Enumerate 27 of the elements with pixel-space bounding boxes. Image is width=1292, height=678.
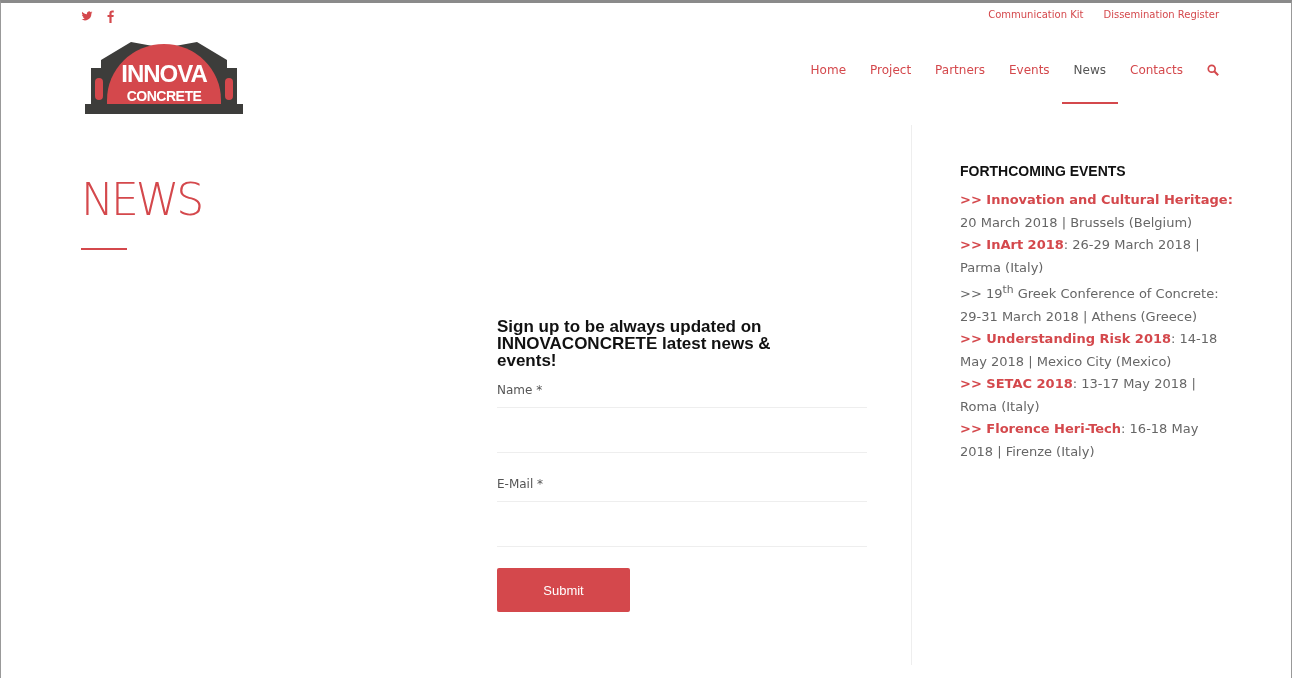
top-link[interactable]: Communication Kit xyxy=(988,9,1084,20)
event-entry: >> InArt 2018: 26-29 March 2018 | Parma (Italy) xyxy=(960,236,1201,277)
sidebar-heading: FORTHCOMING EVENTS xyxy=(960,163,1127,179)
event-link[interactable]: >> Understanding Risk 2018 xyxy=(960,331,1172,347)
top-link[interactable]: Dissemination Register xyxy=(1103,9,1219,20)
page-title: NEWS xyxy=(81,173,202,227)
field-label: Name * xyxy=(497,383,544,397)
twitter-icon[interactable] xyxy=(81,10,93,22)
signup-heading: Sign up to be always updated on INNOVACONCRETE latest news & events! xyxy=(497,318,772,369)
event-entry: >> Understanding Risk 2018: 14-18 May 2018 | Mexico City (Mexico) xyxy=(960,330,1219,371)
field-label: E-Mail * xyxy=(497,477,545,491)
event-entry: >> Florence Heri-Tech: 16-18 May 2018 | Firenze (Italy) xyxy=(960,420,1200,461)
event-entry: >> 19$^{th}$ Greek Conference of Concrete: 29-31 March 2018 | Athens (Greece) xyxy=(960,282,1220,326)
event-link[interactable]: >> InArt 2018 xyxy=(960,237,1064,252)
nav-link[interactable]: Events xyxy=(996,62,1062,104)
nav-link[interactable]: News xyxy=(1061,62,1119,104)
event-link[interactable]: >> SETAC 2018 xyxy=(960,376,1073,392)
event-entry: >> SETAC 2018: 13-17 May 2018 | Roma (Italy) xyxy=(960,375,1197,416)
submit-button[interactable]: Submit xyxy=(497,568,630,612)
search-icon[interactable] xyxy=(1207,64,1219,76)
nav-link[interactable]: Contacts xyxy=(1118,62,1195,104)
event-link[interactable]: >> Florence Heri-Tech xyxy=(960,421,1122,437)
nav-link[interactable]: Project xyxy=(858,62,924,104)
event-link[interactable]: >> Innovation and Cultural Heritage: xyxy=(960,192,1233,207)
nav-link[interactable]: Partners xyxy=(923,62,997,104)
nav-link[interactable]: Home xyxy=(798,62,859,104)
facebook-icon[interactable] xyxy=(107,9,114,23)
